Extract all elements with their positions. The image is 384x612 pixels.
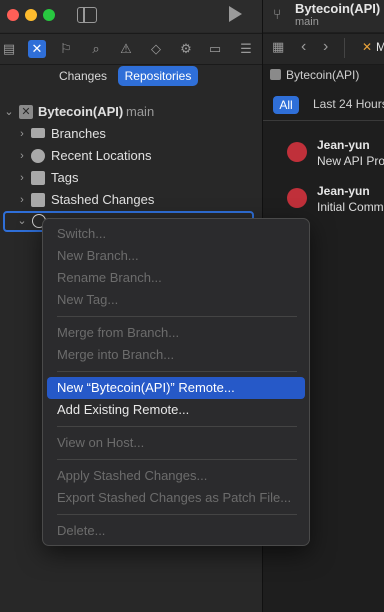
menu-item-merge-from-branch[interactable]: Merge from Branch... xyxy=(47,322,305,344)
jump-bar-label: Bytecoin(API) xyxy=(286,68,360,82)
filter-all[interactable]: All xyxy=(273,96,299,114)
tab-repositories[interactable]: Repositories xyxy=(118,66,198,86)
tree-item-recent-locations[interactable]: › Recent Locations xyxy=(0,145,262,167)
tree-item-label: Branches xyxy=(51,126,106,141)
stash-icon xyxy=(31,193,45,207)
commit-author: Jean-yun xyxy=(317,138,370,152)
swift-file-icon: ✕ xyxy=(362,40,373,54)
chevron-right-icon[interactable]: › xyxy=(16,123,28,145)
menu-item-view-on-host[interactable]: View on Host... xyxy=(47,432,305,454)
issue-navigator-icon[interactable]: ⚠ xyxy=(117,40,135,58)
grid-icon[interactable]: ▦ xyxy=(272,39,284,55)
repository-icon xyxy=(270,69,281,80)
menu-item-merge-into-branch[interactable]: Merge into Branch... xyxy=(47,344,305,366)
commit-message[interactable]: New API Proj xyxy=(317,154,384,168)
menu-item-new-tag[interactable]: New Tag... xyxy=(47,289,305,311)
menu-item-add-existing-remote[interactable]: Add Existing Remote... xyxy=(47,399,305,421)
tag-icon xyxy=(31,171,45,185)
debug-navigator-icon[interactable]: ⚙ xyxy=(177,40,195,58)
repository-row[interactable]: ⌄ ✕ Bytecoin(API) main xyxy=(0,101,262,123)
tree-item-branches[interactable]: › Branches xyxy=(0,123,262,145)
commit-author: Jean-yun xyxy=(317,184,370,198)
menu-separator xyxy=(57,514,297,515)
filter-last-24-hours[interactable]: Last 24 Hours xyxy=(313,97,384,111)
clock-icon xyxy=(31,149,45,163)
project-title: Bytecoin(API) xyxy=(295,1,381,16)
editor-titlebar: ⑂ Bytecoin(API) main xyxy=(263,0,384,32)
zoom-window-button[interactable] xyxy=(43,9,55,21)
avatar xyxy=(287,188,307,208)
menu-item-new-remote[interactable]: New “Bytecoin(API)” Remote... xyxy=(47,377,305,399)
find-navigator-icon[interactable]: ⌕ xyxy=(87,40,105,58)
window-titlebar xyxy=(0,0,262,32)
chevron-down-icon[interactable]: ⌄ xyxy=(3,101,15,123)
menu-item-new-branch[interactable]: New Branch... xyxy=(47,245,305,267)
editor-tab-label[interactable]: M xyxy=(376,40,384,54)
source-control-navigator-icon[interactable]: ✕ xyxy=(28,40,46,58)
jump-bar[interactable]: Bytecoin(API) xyxy=(270,68,359,82)
repository-icon: ✕ xyxy=(19,105,33,119)
menu-separator xyxy=(57,426,297,427)
navigator-selector-bar: ▤ ✕ ⚐ ⌕ ⚠ ◇ ⚙ ▭ ☰ xyxy=(0,33,262,65)
menu-item-rename-branch[interactable]: Rename Branch... xyxy=(47,267,305,289)
minimize-window-button[interactable] xyxy=(25,9,37,21)
bookmark-navigator-icon[interactable]: ⚐ xyxy=(57,40,75,58)
project-navigator-icon[interactable]: ▤ xyxy=(0,40,18,58)
chevron-down-icon[interactable]: ⌄ xyxy=(16,210,28,232)
test-navigator-icon[interactable]: ◇ xyxy=(147,40,165,58)
sidebar-toggle-icon[interactable] xyxy=(77,7,97,23)
run-icon[interactable] xyxy=(229,6,242,22)
avatar xyxy=(287,142,307,162)
editor-tab-bar: ▦ ‹ › ✕ M xyxy=(263,33,384,65)
tree-item-label: Recent Locations xyxy=(51,148,152,163)
menu-separator xyxy=(57,459,297,460)
menu-separator xyxy=(57,371,297,372)
tree-item-tags[interactable]: › Tags xyxy=(0,167,262,189)
chevron-right-icon[interactable]: › xyxy=(16,145,28,167)
close-window-button[interactable] xyxy=(7,9,19,21)
menu-item-delete[interactable]: Delete... xyxy=(47,520,305,542)
tree-item-stashed-changes[interactable]: › Stashed Changes xyxy=(0,189,262,211)
menu-item-apply-stashed-changes[interactable]: Apply Stashed Changes... xyxy=(47,465,305,487)
repository-branch: main xyxy=(126,104,155,119)
menu-item-switch[interactable]: Switch... xyxy=(47,223,305,245)
menu-item-export-stashed-changes[interactable]: Export Stashed Changes as Patch File... xyxy=(47,487,305,509)
tree-item-label: Stashed Changes xyxy=(51,192,155,207)
tab-changes[interactable]: Changes xyxy=(52,66,114,86)
project-branch: main xyxy=(295,16,319,28)
report-navigator-icon[interactable]: ☰ xyxy=(237,40,255,58)
repository-name: Bytecoin(API) xyxy=(38,104,124,119)
context-menu: Switch... New Branch... Rename Branch...… xyxy=(42,218,310,546)
folder-icon xyxy=(31,128,45,138)
breakpoint-navigator-icon[interactable]: ▭ xyxy=(206,40,224,58)
chevron-right-icon[interactable]: › xyxy=(16,189,28,211)
chevron-left-icon[interactable]: ‹ xyxy=(301,38,306,56)
tree-item-label: Tags xyxy=(51,170,79,185)
chevron-right-icon[interactable]: › xyxy=(323,38,328,56)
branch-icon: ⑂ xyxy=(273,6,282,22)
commit-message[interactable]: Initial Commi xyxy=(317,200,384,214)
chevron-right-icon[interactable]: › xyxy=(16,167,28,189)
menu-separator xyxy=(57,316,297,317)
